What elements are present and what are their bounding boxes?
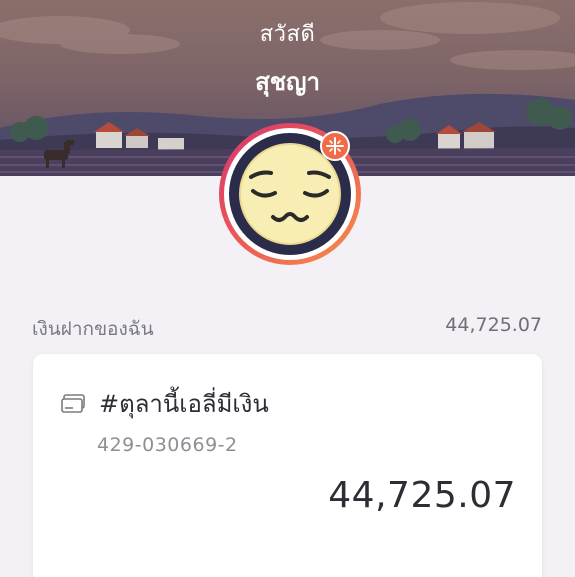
account-name: #ตุลานี้เอลี่มีเงิน [99, 390, 269, 418]
account-card[interactable]: #ตุลานี้เอลี่มีเงิน 429-030669-2 44,725.… [33, 354, 542, 577]
my-deposits-label: เงินฝากของฉัน [32, 318, 154, 340]
deposits-total: 44,725.07 [445, 314, 542, 336]
greeting-text: สวัสดี [259, 22, 316, 47]
account-number: 429-030669-2 [97, 434, 238, 456]
home-screen: สวัสดี สุชญา เงินฝากของฉัน 44,725.07 #ตุ… [0, 0, 575, 577]
sparkle-badge-icon[interactable] [320, 131, 350, 161]
card-icon [61, 394, 87, 418]
account-balance: 44,725.07 [328, 475, 516, 516]
user-name: สุชญา [255, 68, 320, 96]
